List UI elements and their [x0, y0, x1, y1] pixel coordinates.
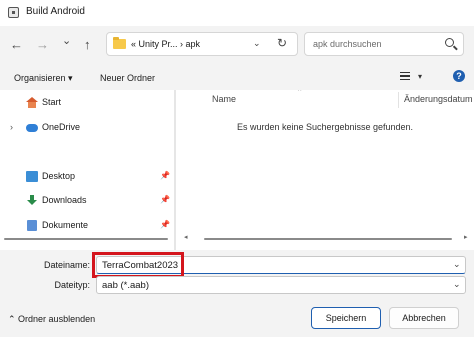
up-button[interactable]: ↑ [84, 38, 91, 51]
desktop-folder-icon [26, 171, 38, 182]
column-header-name[interactable]: Name [212, 94, 236, 104]
filetype-dropdown-icon[interactable]: ⌄ [453, 279, 461, 290]
new-folder-button[interactable]: Neuer Ordner [100, 73, 155, 83]
title-bar: Build Android [0, 0, 474, 26]
scroll-left-icon[interactable]: ◂ [184, 233, 188, 241]
window-title: Build Android [26, 6, 85, 17]
pin-icon: 📌 [160, 195, 170, 204]
save-button[interactable]: Speichern [311, 307, 381, 329]
pin-icon: 📌 [160, 220, 170, 229]
expand-chevron-icon[interactable]: › [10, 122, 13, 132]
sidebar-item-label: Start [42, 97, 62, 107]
horizontal-scrollbar[interactable] [204, 238, 452, 240]
file-list: ^ Name Änderungsdatum Es wurden keine Su… [176, 90, 474, 250]
forward-button[interactable]: → [36, 38, 49, 51]
hide-folders-toggle[interactable]: ⌃ Ordner ausblenden [8, 314, 95, 325]
cancel-button[interactable]: Abbrechen [389, 307, 459, 329]
filetype-label: Dateityp: [54, 280, 90, 290]
filetype-value: aab (*.aab) [102, 280, 150, 291]
column-header-date[interactable]: Änderungsdatum [404, 94, 473, 104]
home-icon [26, 97, 38, 108]
app-icon [8, 7, 19, 18]
sidebar-item-downloads[interactable]: Downloads 📌 [0, 190, 174, 212]
sidebar-item-label: Dokumente [42, 220, 89, 230]
filename-dropdown-icon[interactable]: ⌄ [453, 259, 461, 270]
cloud-icon [26, 124, 38, 132]
help-icon[interactable]: ? [453, 70, 465, 82]
recent-locations-button[interactable]: ⌄ [62, 36, 71, 47]
downloads-icon [26, 195, 38, 206]
pin-icon: 📌 [160, 171, 170, 180]
sidebar-item-desktop[interactable]: Desktop 📌 [0, 166, 174, 188]
search-icon[interactable] [445, 38, 454, 47]
view-options-chevron-icon[interactable]: ▾ [418, 72, 422, 81]
breadcrumb[interactable]: « Unity Pr... › apk [131, 39, 200, 49]
empty-message: Es wurden keine Suchergebnisse gefunden. [236, 122, 414, 132]
navigation-pane: Start › OneDrive Desktop 📌 Downloads 📌 D… [0, 90, 174, 250]
filename-label: Dateiname: [43, 260, 90, 270]
sidebar-item-label: Downloads [42, 195, 87, 205]
search-placeholder: apk durchsuchen [313, 39, 382, 49]
sidebar-item-label: Desktop [42, 171, 76, 181]
sidebar-item-label: OneDrive [42, 122, 81, 132]
annotation-highlight-box [92, 252, 184, 278]
back-button[interactable]: ← [10, 38, 23, 51]
sidebar-item-dokumente[interactable]: Dokumente 📌 [0, 215, 174, 237]
organize-button[interactable]: Organisieren ▾ [14, 73, 73, 84]
sidebar-item-start[interactable]: Start [0, 92, 174, 114]
sort-indicator-icon: ^ [298, 90, 302, 95]
refresh-icon[interactable]: ↻ [277, 36, 287, 50]
filetype-select[interactable]: aab (*.aab) ⌄ [96, 276, 466, 294]
documents-icon [27, 220, 37, 231]
folder-icon [113, 37, 126, 49]
scroll-right-icon[interactable]: ▸ [464, 233, 468, 241]
address-dropdown-icon[interactable]: ⌄ [253, 38, 261, 49]
address-bar[interactable]: « Unity Pr... › apk ⌄ ↻ [106, 32, 298, 56]
view-options-icon[interactable] [400, 72, 410, 80]
horizontal-scrollbar[interactable] [4, 238, 168, 240]
search-input[interactable]: apk durchsuchen [304, 32, 464, 56]
sidebar-item-onedrive[interactable]: › OneDrive [0, 117, 174, 139]
column-divider[interactable] [398, 92, 399, 108]
